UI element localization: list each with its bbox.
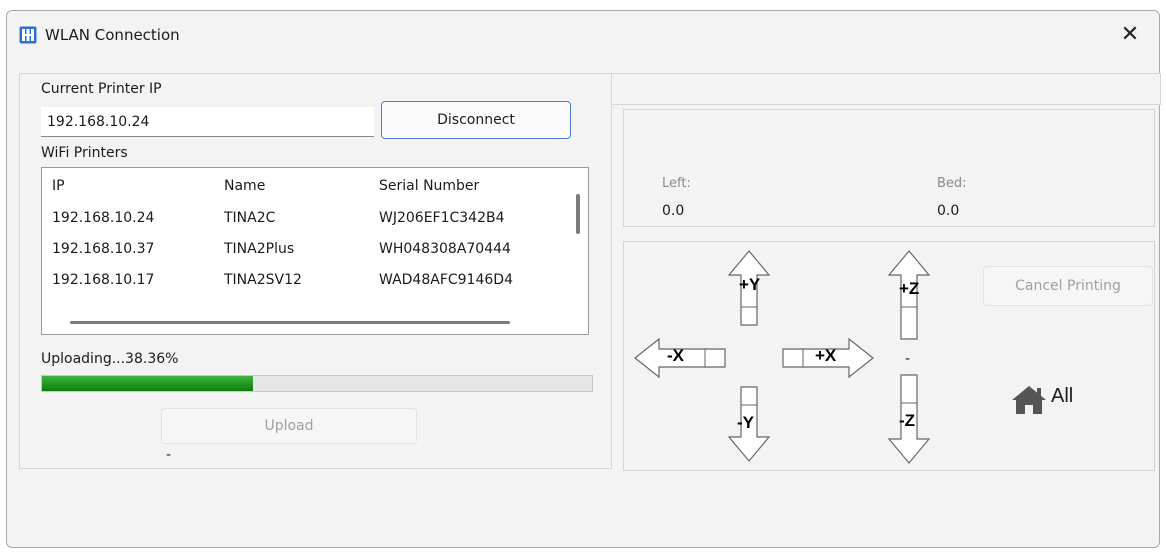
- cancel-printing-button[interactable]: Cancel Printing: [983, 266, 1153, 306]
- move-minus-x-button[interactable]: -X: [633, 337, 729, 379]
- table-cell[interactable]: WH048308A70444: [379, 241, 511, 257]
- current-ip-label: Current Printer IP: [41, 81, 162, 97]
- minus-x-label: -X: [667, 346, 684, 365]
- title-bar: WLAN Connection ✕: [7, 11, 1159, 59]
- upload-status: Uploading...38.36%: [41, 351, 179, 367]
- table-cell[interactable]: TINA2Plus: [224, 241, 294, 257]
- table-cell[interactable]: WJ206EF1C342B4: [379, 210, 505, 226]
- plus-z-label: +Z: [899, 279, 920, 298]
- column-header-ip[interactable]: IP: [52, 178, 65, 194]
- upload-progress-fill: [42, 376, 253, 391]
- z-position-dash: -: [905, 351, 911, 367]
- table-cell[interactable]: TINA2C: [224, 210, 275, 226]
- move-minus-z-button[interactable]: -Z: [885, 371, 933, 467]
- app-icon: [19, 26, 37, 44]
- column-header-name[interactable]: Name: [224, 178, 265, 194]
- bed-temp-label: Bed:: [937, 176, 967, 191]
- bed-temp-value: 0.0: [937, 203, 960, 219]
- upload-progress-bar: [41, 375, 593, 392]
- minus-y-label: -Y: [737, 413, 754, 432]
- upload-button[interactable]: Upload: [161, 408, 417, 444]
- left-temp-label: Left:: [662, 176, 691, 191]
- disconnect-button[interactable]: Disconnect: [381, 101, 571, 139]
- table-cell[interactable]: WAD48AFC9146D4: [379, 272, 513, 288]
- home-icon: [1012, 386, 1046, 414]
- horizontal-scrollbar[interactable]: [70, 321, 510, 324]
- table-cell[interactable]: 192.168.10.17: [52, 272, 154, 288]
- column-header-serial[interactable]: Serial Number: [379, 178, 479, 194]
- table-cell[interactable]: 192.168.10.24: [52, 210, 154, 226]
- wifi-printers-table[interactable]: IP Name Serial Number 192.168.10.24 TINA…: [41, 167, 589, 335]
- table-cell[interactable]: TINA2SV12: [224, 272, 302, 288]
- current-ip-input[interactable]: [41, 107, 374, 137]
- move-minus-y-button[interactable]: -Y: [725, 383, 773, 463]
- home-all-label: All: [1051, 385, 1074, 407]
- plus-x-label: +X: [815, 346, 837, 365]
- vertical-scrollbar[interactable]: [576, 194, 580, 234]
- move-plus-x-button[interactable]: +X: [779, 337, 875, 379]
- minus-z-label: -Z: [899, 411, 916, 430]
- temperature-panel: [623, 109, 1155, 227]
- move-plus-z-button[interactable]: +Z: [885, 249, 933, 345]
- home-all-button[interactable]: All: [1011, 385, 1073, 419]
- wifi-printers-label: WiFi Printers: [41, 145, 128, 161]
- left-temp-value: 0.0: [662, 203, 685, 219]
- upload-footer-dash: -: [166, 447, 172, 463]
- window-title: WLAN Connection: [45, 26, 180, 44]
- move-plus-y-button[interactable]: +Y: [725, 249, 773, 329]
- table-cell[interactable]: 192.168.10.37: [52, 241, 154, 257]
- plus-y-label: +Y: [739, 275, 761, 294]
- close-icon[interactable]: ✕: [1115, 20, 1145, 50]
- wlan-dialog: WLAN Connection ✕ Current Printer IP Dis…: [6, 10, 1161, 548]
- top-right-panel: [612, 73, 1161, 105]
